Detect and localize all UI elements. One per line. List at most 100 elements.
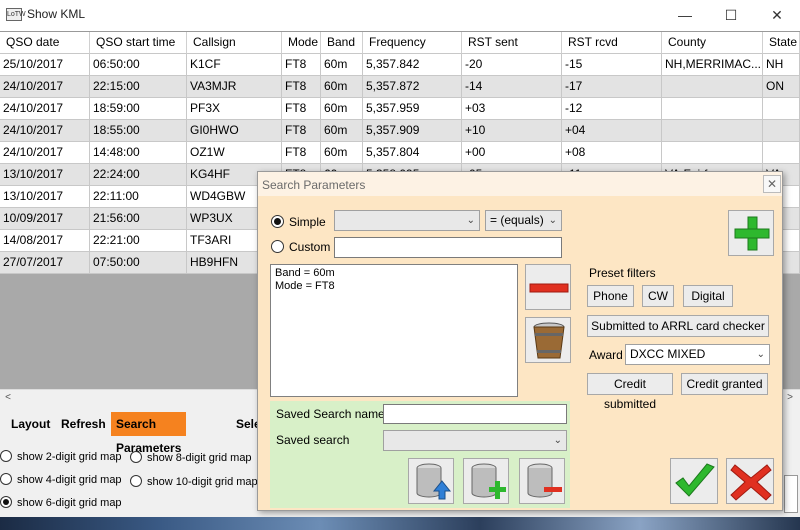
- table-cell[interactable]: 10/09/2017: [0, 208, 90, 230]
- credit-granted-button[interactable]: Credit granted: [681, 373, 768, 395]
- table-cell[interactable]: 18:55:00: [90, 120, 187, 142]
- table-cell[interactable]: +04: [562, 120, 662, 142]
- table-cell[interactable]: [662, 142, 763, 164]
- table-cell[interactable]: FT8: [282, 76, 321, 98]
- column-header[interactable]: QSO date: [0, 32, 90, 54]
- delete-search-button[interactable]: [519, 458, 565, 504]
- table-cell[interactable]: OZ1W: [187, 142, 282, 164]
- table-cell[interactable]: -17: [562, 76, 662, 98]
- grid-option-8[interactable]: show 8-digit grid map: [130, 450, 252, 466]
- table-cell[interactable]: +08: [562, 142, 662, 164]
- table-cell[interactable]: [763, 142, 800, 164]
- table-cell[interactable]: [662, 76, 763, 98]
- column-header[interactable]: Frequency: [363, 32, 462, 54]
- table-cell[interactable]: 5,357.842: [363, 54, 462, 76]
- tab-search-parameters[interactable]: Search Parameters: [111, 412, 187, 455]
- table-cell[interactable]: 27/07/2017: [0, 252, 90, 274]
- table-cell[interactable]: [763, 98, 800, 120]
- close-button[interactable]: ✕: [754, 0, 800, 30]
- table-cell[interactable]: 18:59:00: [90, 98, 187, 120]
- ok-button[interactable]: [670, 458, 718, 504]
- table-cell[interactable]: 5,357.804: [363, 142, 462, 164]
- operator-select[interactable]: = (equals) ⌄: [485, 210, 562, 231]
- table-row[interactable]: 24/10/2017 14:48:00 OZ1W FT8 60m 5,357.804 +00…: [0, 142, 800, 164]
- table-cell[interactable]: 07:50:00: [90, 252, 187, 274]
- table-cell[interactable]: +03: [462, 98, 562, 120]
- right-edge-control[interactable]: [784, 475, 798, 513]
- column-header[interactable]: Mode: [282, 32, 321, 54]
- preset-digital-button[interactable]: Digital: [683, 285, 733, 307]
- table-cell[interactable]: +00: [462, 142, 562, 164]
- arrl-card-checker-button[interactable]: Submitted to ARRL card checker: [587, 315, 769, 337]
- table-cell[interactable]: [662, 98, 763, 120]
- table-cell[interactable]: 24/10/2017: [0, 76, 90, 98]
- simple-radio[interactable]: Simple: [271, 214, 326, 230]
- tab-layout[interactable]: Layout: [11, 412, 50, 436]
- table-cell[interactable]: NH: [763, 54, 800, 76]
- filter-item[interactable]: Mode = FT8: [275, 280, 513, 293]
- table-cell[interactable]: 13/10/2017: [0, 164, 90, 186]
- table-row[interactable]: 24/10/2017 22:15:00 VA3MJR FT8 60m 5,357.872-…: [0, 76, 800, 98]
- scroll-left-icon[interactable]: <: [0, 390, 16, 406]
- custom-radio[interactable]: Custom: [271, 239, 330, 255]
- table-cell[interactable]: GI0HWO: [187, 120, 282, 142]
- table-cell[interactable]: ON: [763, 76, 800, 98]
- table-cell[interactable]: VA3MJR: [187, 76, 282, 98]
- table-cell[interactable]: 14/08/2017: [0, 230, 90, 252]
- scroll-right-icon[interactable]: >: [782, 390, 798, 406]
- table-cell[interactable]: 22:11:00: [90, 186, 187, 208]
- remove-filter-button[interactable]: [525, 264, 571, 310]
- table-cell[interactable]: 60m: [321, 142, 363, 164]
- column-header[interactable]: RST rcvd: [562, 32, 662, 54]
- column-header[interactable]: QSO start time: [90, 32, 187, 54]
- grid-option-4[interactable]: show 4-digit grid map: [0, 472, 122, 488]
- table-cell[interactable]: 06:50:00: [90, 54, 187, 76]
- filter-item[interactable]: Band = 60m: [275, 267, 513, 280]
- table-cell[interactable]: 60m: [321, 98, 363, 120]
- table-cell[interactable]: 60m: [321, 76, 363, 98]
- table-cell[interactable]: 22:24:00: [90, 164, 187, 186]
- table-cell[interactable]: [763, 120, 800, 142]
- filter-list[interactable]: Band = 60m Mode = FT8: [270, 264, 518, 397]
- table-cell[interactable]: -20: [462, 54, 562, 76]
- minimize-button[interactable]: —: [662, 0, 708, 30]
- table-cell[interactable]: 5,357.872: [363, 76, 462, 98]
- grid-option-2[interactable]: show 2-digit grid map: [0, 449, 122, 465]
- table-cell[interactable]: NH,MERRIMAC...: [662, 54, 763, 76]
- dialog-close-button[interactable]: ✕: [763, 175, 781, 193]
- table-cell[interactable]: +10: [462, 120, 562, 142]
- table-cell[interactable]: 24/10/2017: [0, 142, 90, 164]
- table-cell[interactable]: K1CF: [187, 54, 282, 76]
- clear-filters-button[interactable]: [525, 317, 571, 363]
- table-cell[interactable]: 5,357.909: [363, 120, 462, 142]
- cancel-button[interactable]: [726, 458, 774, 504]
- table-cell[interactable]: FT8: [282, 120, 321, 142]
- column-header[interactable]: Callsign: [187, 32, 282, 54]
- custom-expression-input[interactable]: [334, 237, 562, 258]
- table-cell[interactable]: FT8: [282, 54, 321, 76]
- table-row[interactable]: 24/10/2017 18:59:00 PF3X FT8 60m 5,357.959 +03…: [0, 98, 800, 120]
- load-search-button[interactable]: [408, 458, 454, 504]
- tab-refresh[interactable]: Refresh: [61, 412, 106, 436]
- add-filter-button[interactable]: [728, 210, 774, 256]
- table-cell[interactable]: 60m: [321, 54, 363, 76]
- table-row[interactable]: 25/10/2017 06:50:00 K1CF FT8 60m 5,357.842 -20…: [0, 54, 800, 76]
- award-select[interactable]: DXCC MIXED ⌄: [625, 344, 770, 365]
- table-cell[interactable]: [662, 120, 763, 142]
- table-cell[interactable]: FT8: [282, 98, 321, 120]
- table-cell[interactable]: 14:48:00: [90, 142, 187, 164]
- table-cell[interactable]: 13/10/2017: [0, 186, 90, 208]
- table-cell[interactable]: 25/10/2017: [0, 54, 90, 76]
- preset-phone-button[interactable]: Phone: [587, 285, 634, 307]
- saved-search-name-input[interactable]: [383, 404, 567, 424]
- table-cell[interactable]: 21:56:00: [90, 208, 187, 230]
- column-header[interactable]: RST sent: [462, 32, 562, 54]
- table-cell[interactable]: 60m: [321, 120, 363, 142]
- credit-submitted-button[interactable]: Credit submitted: [587, 373, 673, 411]
- table-cell[interactable]: 24/10/2017: [0, 120, 90, 142]
- column-header[interactable]: State: [763, 32, 800, 54]
- preset-cw-button[interactable]: CW: [642, 285, 674, 307]
- save-search-button[interactable]: [463, 458, 509, 504]
- grid-option-6[interactable]: show 6-digit grid map: [0, 495, 122, 511]
- field-select[interactable]: ⌄: [334, 210, 480, 231]
